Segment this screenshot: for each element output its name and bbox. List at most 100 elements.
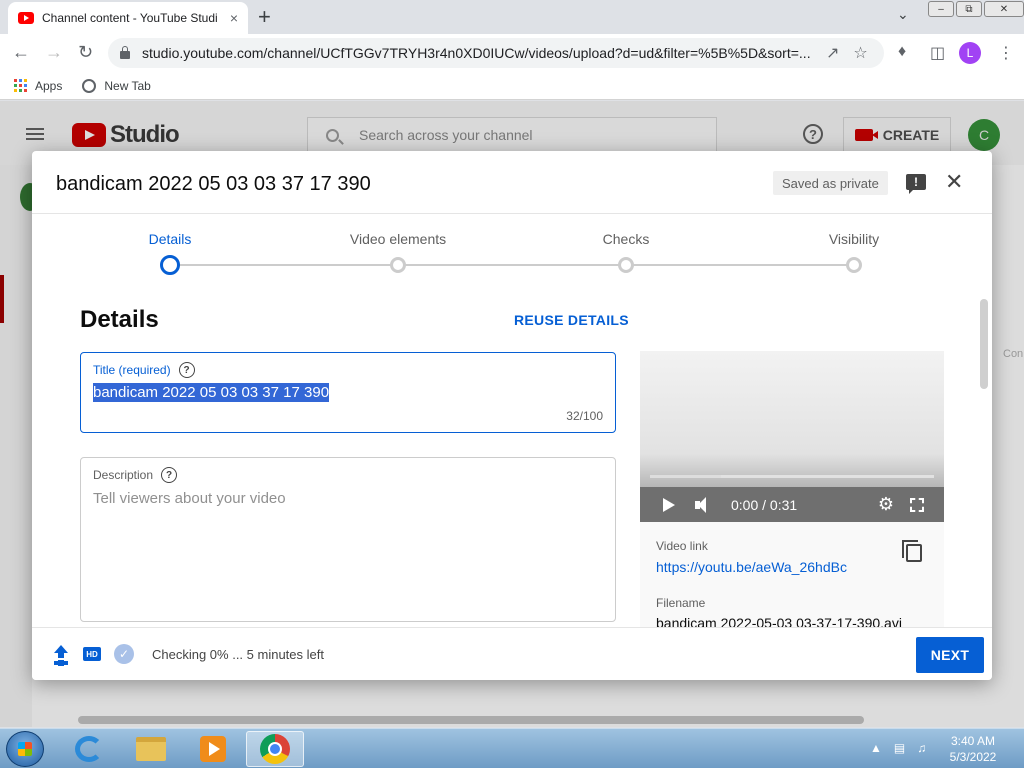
media-player-icon [200,736,226,762]
share-icon[interactable]: ↗ [826,43,839,63]
new-tab-button[interactable]: + [258,4,271,30]
browser-tab-strip: Channel content - YouTube Studio × + ⌄ –… [0,0,1024,34]
search-placeholder: Search across your channel [359,127,533,143]
description-field[interactable]: Description ? Tell viewers about your vi… [80,457,616,622]
restore-button[interactable]: ⧉ [956,1,982,17]
address-bar[interactable]: studio.youtube.com/channel/UCfTGGv7TRYH3… [108,38,884,68]
url-text[interactable]: studio.youtube.com/channel/UCfTGGv7TRYH3… [142,45,812,61]
stepper-line [170,264,854,266]
saved-status-badge: Saved as private [773,171,888,195]
clock-time: 3:40 AM [950,734,996,748]
back-arrow-icon[interactable]: ← [12,42,30,63]
taskbar-file-explorer[interactable] [122,731,180,767]
title-label-text: Title (required) [93,363,171,377]
horizontal-scrollbar[interactable] [78,716,864,724]
extensions-puzzle-icon[interactable]: ♦ [898,43,906,61]
youtube-favicon-icon [18,12,34,24]
next-button[interactable]: NEXT [916,637,984,673]
tab-close-icon[interactable]: × [230,10,238,26]
minimize-button[interactable]: – [928,1,954,17]
hamburger-menu-icon[interactable] [26,128,44,140]
internet-explorer-icon [75,736,103,762]
upload-stepper: Details Video elements Checks Visibility [32,215,992,285]
profile-avatar[interactable]: L [959,42,981,64]
video-progress-fill [650,475,721,478]
system-tray: ▲ ▤ ♫ [870,741,926,755]
title-input-value[interactable]: bandicam 2022 05 03 03 37 17 390 [93,383,330,402]
help-circle-icon[interactable]: ? [161,467,178,483]
tab-search-chevron-icon[interactable]: ⌄ [897,6,909,23]
clock-date: 5/3/2022 [949,750,997,764]
description-label-text: Description [93,468,154,482]
lock-icon[interactable] [120,46,130,59]
windows-taskbar: ▲ ▤ ♫ 3:40 AM 5/3/2022 [0,728,1024,768]
title-char-count: 32/100 [566,409,603,423]
channel-search-input[interactable]: Search across your channel [307,117,717,153]
help-circle-icon[interactable]: ? [178,362,195,378]
browser-menu-icon[interactable]: ⋮ [998,43,1014,63]
window-close-button[interactable]: ✕ [984,1,1024,17]
step-details[interactable]: Details [90,231,250,247]
folder-icon [136,737,166,761]
taskbar-chrome[interactable] [246,731,304,767]
forward-arrow-icon[interactable]: → [45,42,63,63]
youtube-logo-icon[interactable] [72,123,106,147]
dialog-scrollbar[interactable] [980,299,988,389]
copy-icon[interactable] [902,540,922,562]
bookmark-star-icon[interactable]: ☆ [853,43,867,63]
step-dot-visibility[interactable] [846,257,862,273]
side-panel-icon[interactable]: ◫ [930,43,945,63]
bookmark-label: Apps [35,78,63,93]
reuse-details-button[interactable]: REUSE DETAILS [514,312,629,328]
upload-status-text: Checking 0% ... 5 minutes left [152,647,324,662]
step-checks[interactable]: Checks [546,231,706,247]
settings-gear-icon[interactable]: ⚙ [878,494,894,515]
upload-icon[interactable] [53,645,69,663]
checks-icon[interactable]: ✓ [114,644,134,664]
hd-processing-icon[interactable]: HD [83,647,101,661]
fullscreen-icon[interactable] [910,497,924,512]
taskbar-internet-explorer[interactable] [60,731,118,767]
reload-icon[interactable]: ↻ [78,42,93,63]
taskbar-media-player[interactable] [184,731,242,767]
step-dot-details[interactable] [160,255,180,275]
video-progress-bar[interactable] [650,475,934,478]
volume-icon[interactable] [695,496,715,513]
dialog-title: bandicam 2022 05 03 03 37 17 390 [56,173,371,195]
step-dot-video-elements[interactable] [390,257,406,273]
studio-logo-text[interactable]: Studio [110,121,180,149]
feedback-icon[interactable]: ! [906,174,926,194]
video-controls: 0:00 / 0:31 ⚙ [640,487,944,522]
sidebar-active-indicator [0,275,4,323]
video-preview-card: 0:00 / 0:31 ⚙ Video link https://youtu.b… [640,351,944,651]
description-field-label: Description ? [93,467,178,483]
bookmark-new-tab[interactable]: New Tab [82,78,151,93]
tray-expand-icon[interactable]: ▲ [870,741,882,755]
mouse-cursor-icon [489,175,500,191]
window-controls: – ⧉ ✕ [928,1,1024,17]
dialog-header: bandicam 2022 05 03 03 37 17 390 Saved a… [32,151,992,214]
description-placeholder[interactable]: Tell viewers about your video [93,490,286,507]
help-icon[interactable]: ? [803,124,823,144]
video-player[interactable]: 0:00 / 0:31 ⚙ [640,351,944,522]
channel-avatar[interactable]: C [968,119,1000,151]
play-icon[interactable] [663,497,675,512]
close-icon[interactable]: ✕ [945,169,963,195]
step-dot-checks[interactable] [618,257,634,273]
browser-tab[interactable]: Channel content - YouTube Studio × [8,2,248,34]
speaker-icon[interactable]: ♫ [917,741,926,755]
bookmark-label: New Tab [104,78,151,93]
step-visibility[interactable]: Visibility [774,231,934,247]
network-icon[interactable]: ▤ [894,741,905,755]
start-button[interactable] [6,731,44,767]
bookmarks-bar: Apps New Tab [0,72,1024,100]
globe-icon [82,78,97,93]
video-link[interactable]: https://youtu.be/aeWa_26hdBc [656,559,847,575]
bookmark-apps[interactable]: Apps [14,79,62,93]
create-button[interactable]: CREATE [843,117,951,153]
taskbar-clock[interactable]: 3:40 AM 5/3/2022 [944,733,1002,765]
step-video-elements[interactable]: Video elements [318,231,478,247]
upload-dialog: bandicam 2022 05 03 03 37 17 390 Saved a… [32,151,992,680]
title-field[interactable]: Title (required) ? bandicam 2022 05 03 0… [80,352,616,433]
section-title: Details [80,306,159,333]
